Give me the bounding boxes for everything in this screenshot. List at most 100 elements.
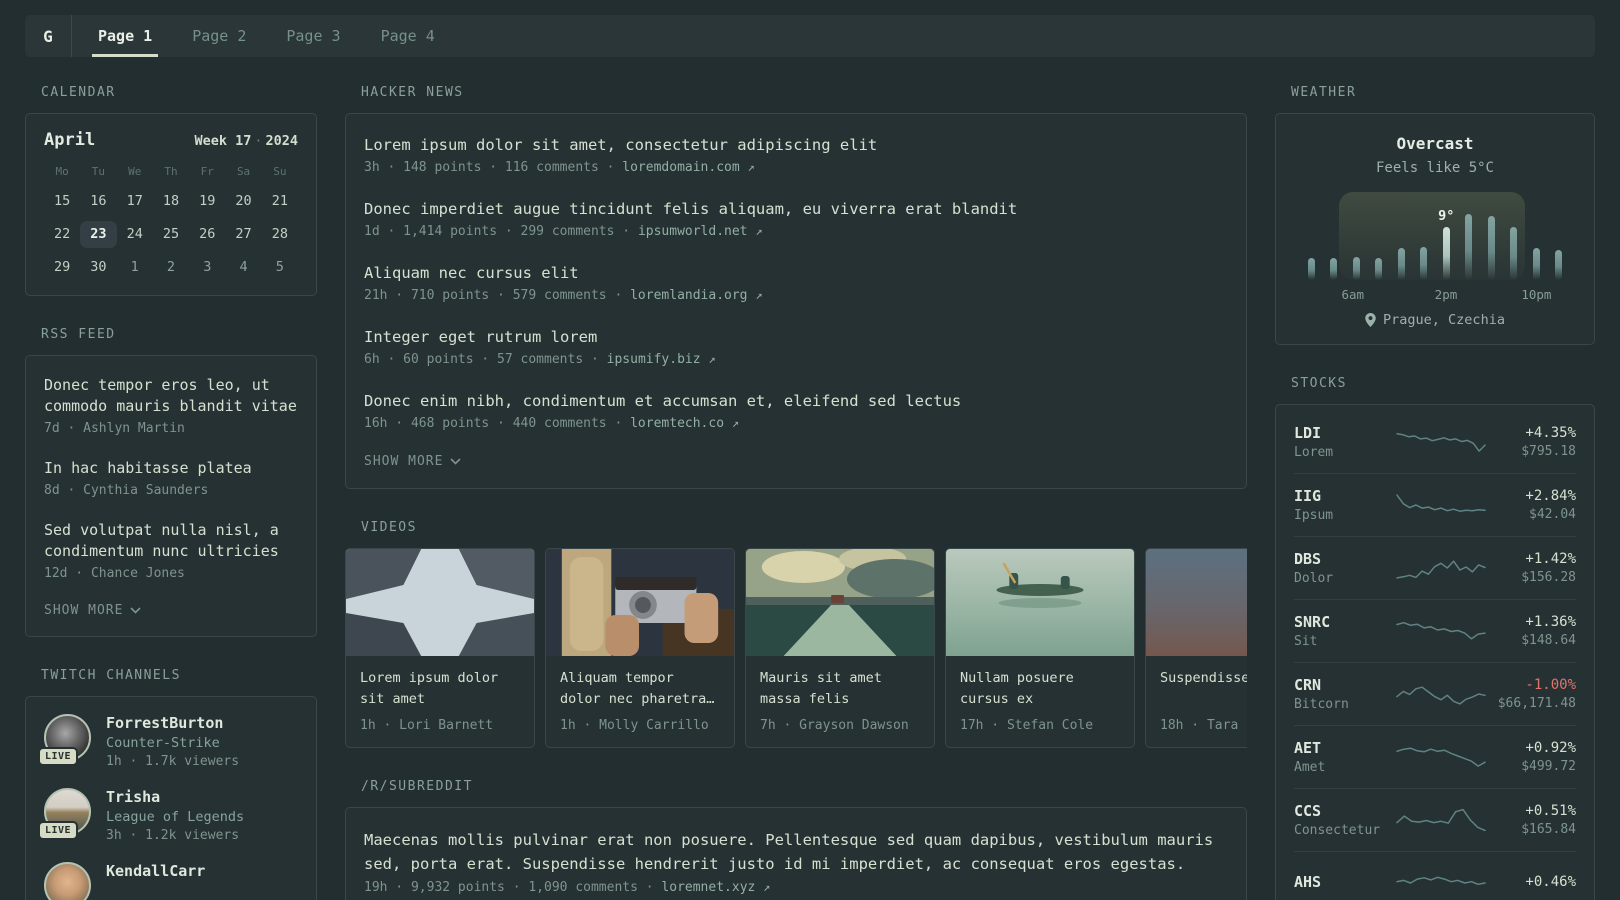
tab-page-1[interactable]: Page 1 <box>92 15 159 57</box>
hn-domain-link[interactable]: loremdomain.com <box>622 160 739 175</box>
stock-row[interactable]: LDI Lorem +4.35% $795.18 <box>1294 410 1576 473</box>
stock-change: +1.42% <box>1525 551 1576 567</box>
hn-item-title[interactable]: Aliquam nec cursus elit <box>364 262 1228 284</box>
top-nav: G Page 1 Page 2 Page 3 Page 4 <box>25 15 1595 57</box>
calendar-day: 4 <box>239 259 248 275</box>
weather-bar <box>1307 257 1315 280</box>
video-card[interactable]: Nullam posuere cursus ex 17h · Stefan Co… <box>945 548 1135 748</box>
hn-domain-link[interactable]: ipsumify.biz <box>607 352 701 367</box>
twitch-channel-row[interactable]: KendallCarr <box>44 862 298 900</box>
twitch-channel-row[interactable]: LIVE Trisha League of Legends 3h · 1.2k … <box>38 788 298 843</box>
stock-sparkline <box>1395 551 1487 585</box>
hn-item: Integer eget rutrum lorem 6h · 60 points… <box>364 326 1228 367</box>
video-title[interactable]: Aliquam tempor dolor nec pharetra… <box>560 668 720 710</box>
rss-widget: RSS FEED Donec tempor eros leo, ut commo… <box>25 327 317 637</box>
video-card[interactable]: Suspendisse diam 18h · Tara <box>1145 548 1247 748</box>
stocks-card: LDI Lorem +4.35% $795.18 IIG Ipsum +2.84… <box>1275 404 1595 900</box>
tab-page-2[interactable]: Page 2 <box>186 15 252 57</box>
stock-change: +0.92% <box>1525 740 1576 756</box>
rss-item-title[interactable]: Donec tempor eros leo, ut commodo mauris… <box>44 375 298 417</box>
axis-tick-label: 6am <box>1341 287 1365 302</box>
stock-ticker: IIG <box>1294 487 1322 505</box>
subreddit-post-meta: 19h · 9,932 points · 1,090 comments · lo… <box>364 880 1228 895</box>
hn-item-title[interactable]: Lorem ipsum dolor sit amet, consectetur … <box>364 134 1228 156</box>
calendar-label: CALENDAR <box>41 85 116 100</box>
hn-show-more-button[interactable]: SHOW MORE <box>364 454 1228 469</box>
stock-row[interactable]: SNRC Sit +1.36% $148.64 <box>1294 599 1576 662</box>
stock-row[interactable]: IIG Ipsum +2.84% $42.04 <box>1294 473 1576 536</box>
stock-change: +2.84% <box>1525 488 1576 504</box>
hn-item-title[interactable]: Donec imperdiet augue tincidunt felis al… <box>364 198 1228 220</box>
tab-page-4[interactable]: Page 4 <box>375 15 441 57</box>
video-card[interactable]: Lorem ipsum dolor sit amet consectetu… 1… <box>345 548 535 748</box>
calendar-day: 2 <box>166 259 176 275</box>
stock-sparkline <box>1395 488 1487 522</box>
stock-price: $66,171.48 <box>1497 696 1576 711</box>
video-thumbnail[interactable] <box>946 549 1134 656</box>
weather-bar <box>1442 227 1450 280</box>
hn-meta-text: 16h · 468 points · 440 comments · <box>364 416 631 431</box>
video-byline: 18h · Tara <box>1160 718 1239 733</box>
weather-bar <box>1397 248 1405 280</box>
video-card[interactable]: Aliquam tempor dolor nec pharetra… 1h · … <box>545 548 735 748</box>
stock-row[interactable]: CRN Bitcorn -1.00% $66,171.48 <box>1294 662 1576 725</box>
video-thumbnail[interactable] <box>546 549 734 656</box>
hackernews-card: Lorem ipsum dolor sit amet, consectetur … <box>345 113 1247 489</box>
stock-name: Amet <box>1294 760 1326 775</box>
twitch-widget: TWITCH CHANNELS LIVE ForrestBurton Count… <box>25 668 317 900</box>
stock-sparkline <box>1395 614 1487 648</box>
calendar-grid: Mo Tu We Th Fr Sa Su 15 16 17 18 19 20 21 22 23 24 25 26 27… <box>44 165 298 281</box>
axis-tick-label: 10pm <box>1521 287 1552 302</box>
weather-card: Overcast Feels like 5°C 9° 6am 2pm 10pm <box>1275 113 1595 345</box>
stock-row[interactable]: CCS Consectetur +0.51% $165.84 <box>1294 788 1576 851</box>
subreddit-post-title[interactable]: Maecenas mollis pulvinar erat non posuer… <box>364 828 1228 876</box>
external-link-icon: ↗ <box>763 880 771 894</box>
video-title[interactable]: Suspendisse diam <box>1160 668 1247 710</box>
hackernews-label: HACKER NEWS <box>361 85 464 100</box>
weather-condition: Overcast <box>1396 134 1474 153</box>
hn-item-title[interactable]: Integer eget rutrum lorem <box>364 326 1228 348</box>
twitch-card: LIVE ForrestBurton Counter-Strike 1h · 1… <box>25 696 317 900</box>
subreddit-domain-link[interactable]: loremnet.xyz <box>661 880 755 895</box>
stock-sparkline <box>1395 425 1487 459</box>
rss-item: Sed volutpat nulla nisl, a condimentum n… <box>44 520 298 581</box>
stock-sparkline <box>1395 677 1487 711</box>
video-thumbnail[interactable] <box>746 549 934 656</box>
stocks-label: STOCKS <box>1291 376 1347 391</box>
rss-item-title[interactable]: In hac habitasse platea <box>44 458 298 479</box>
location-pin-icon <box>1365 313 1376 327</box>
video-title[interactable]: Lorem ipsum dolor sit amet consectetu… <box>360 668 520 710</box>
stock-ticker: LDI <box>1294 423 1322 442</box>
video-title[interactable]: Mauris sit amet massa felis <box>760 668 920 710</box>
subreddit-post: Maecenas mollis pulvinar erat non posuer… <box>364 828 1228 895</box>
calendar-day: 1 <box>130 259 139 275</box>
stocks-widget: STOCKS LDI Lorem +4.35% $795.18 IIG Ipsu… <box>1275 376 1595 900</box>
subreddit-card: Maecenas mollis pulvinar erat non posuer… <box>345 807 1247 900</box>
hn-domain-link[interactable]: loremlandia.org <box>630 288 747 303</box>
stock-row[interactable]: AET Amet +0.92% $499.72 <box>1294 725 1576 788</box>
stock-price: $499.72 <box>1521 759 1576 774</box>
video-thumbnail[interactable] <box>1146 549 1247 656</box>
calendar-week: Week 17 <box>194 133 252 149</box>
video-card[interactable]: Mauris sit amet massa felis 7h · Grayson… <box>745 548 935 748</box>
stock-change: +4.35% <box>1525 424 1576 441</box>
weather-bar <box>1352 257 1360 280</box>
twitch-channel-row[interactable]: LIVE ForrestBurton Counter-Strike 1h · 1… <box>38 714 298 769</box>
video-title[interactable]: Nullam posuere cursus ex <box>960 668 1120 710</box>
channel-viewers: 3h · 1.2k viewers <box>106 828 240 843</box>
weekday-label: Fr <box>200 165 214 178</box>
show-more-label: SHOW MORE <box>364 454 444 469</box>
rss-show-more-button[interactable]: SHOW MORE <box>44 603 298 618</box>
video-thumbnail[interactable] <box>346 549 534 656</box>
stock-row[interactable]: AHS +0.46% <box>1294 851 1576 900</box>
hn-item: Aliquam nec cursus elit 21h · 710 points… <box>364 262 1228 303</box>
hn-item-title[interactable]: Donec enim nibh, condimentum et accumsan… <box>364 390 1228 412</box>
calendar-day-selected: 23 <box>80 221 117 248</box>
stock-row[interactable]: DBS Dolor +1.42% $156.28 <box>1294 536 1576 599</box>
tab-page-3[interactable]: Page 3 <box>280 15 346 57</box>
calendar-year: 2024 <box>265 133 298 149</box>
hn-domain-link[interactable]: ipsumworld.net <box>638 224 748 239</box>
weekday-label: We <box>128 165 142 178</box>
hn-domain-link[interactable]: loremtech.co <box>630 416 724 431</box>
rss-item-title[interactable]: Sed volutpat nulla nisl, a condimentum n… <box>44 520 298 562</box>
